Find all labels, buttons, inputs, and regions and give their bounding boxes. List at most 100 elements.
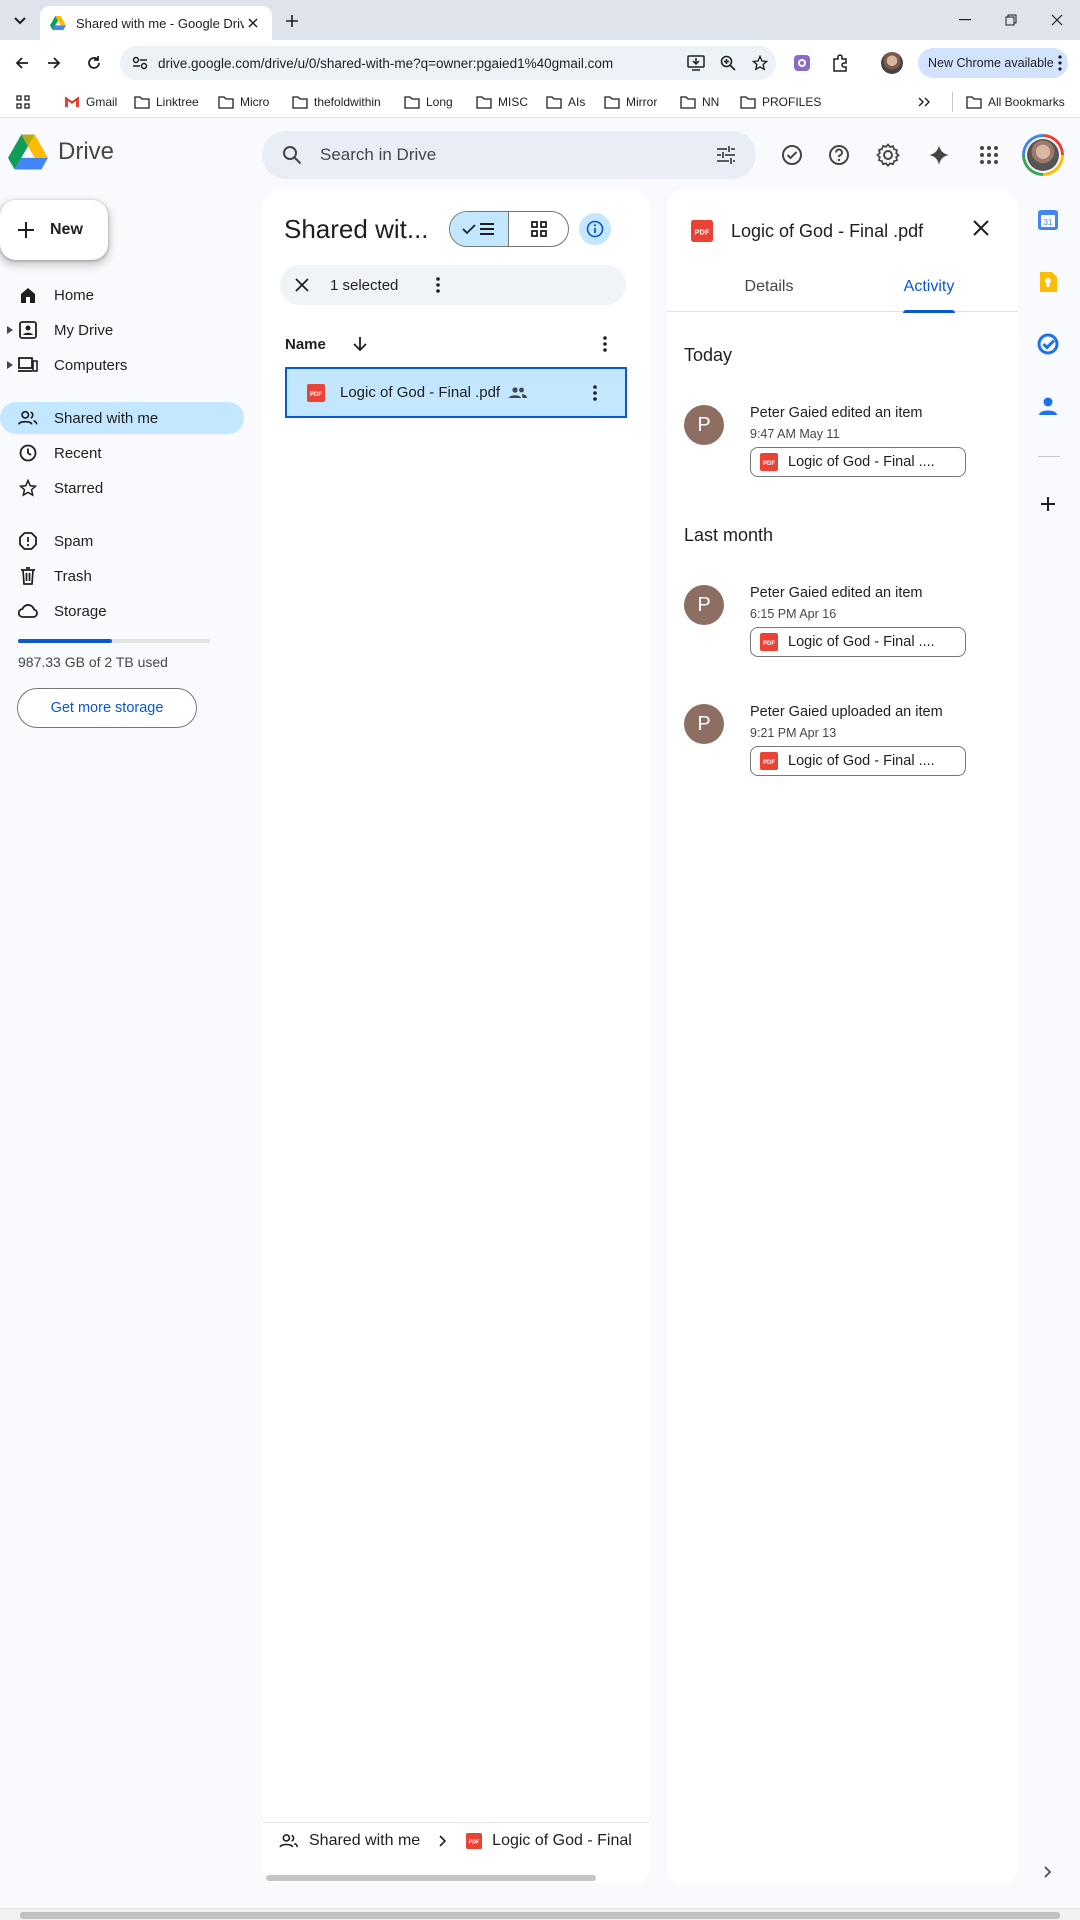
close-panel-icon[interactable] bbox=[965, 212, 997, 244]
tasks-app-icon[interactable] bbox=[1034, 330, 1062, 358]
tab-close-icon[interactable] bbox=[244, 14, 262, 32]
activity-file-chip[interactable]: PDF Logic of God - Final .... bbox=[750, 746, 966, 776]
bookmark-folder-profiles[interactable]: PROFILES bbox=[740, 92, 821, 112]
back-arrow-icon[interactable] bbox=[8, 49, 36, 77]
site-settings-icon[interactable] bbox=[126, 49, 154, 77]
bookmark-folder-micro[interactable]: Micro bbox=[218, 92, 269, 112]
horizontal-scrollbar[interactable] bbox=[266, 1875, 596, 1881]
nav-item-recent[interactable]: Recent bbox=[0, 437, 244, 469]
google-apps-grid-icon[interactable] bbox=[973, 139, 1005, 171]
clear-selection-close-icon[interactable] bbox=[288, 271, 316, 299]
get-addons-plus-icon[interactable] bbox=[1034, 490, 1062, 518]
tab-list-chevron-icon[interactable] bbox=[8, 10, 32, 32]
extensions-puzzle-icon[interactable] bbox=[826, 49, 854, 77]
reload-icon[interactable] bbox=[80, 49, 108, 77]
bookmark-folder-ais[interactable]: AIs bbox=[546, 92, 585, 112]
bookmark-folder-misc[interactable]: MISC bbox=[476, 92, 528, 112]
extension-camera-icon[interactable] bbox=[788, 49, 816, 77]
profile-avatar[interactable] bbox=[878, 49, 906, 77]
tab-details[interactable]: Details bbox=[707, 262, 831, 312]
expand-side-panel-chevron-icon[interactable] bbox=[1034, 1858, 1062, 1886]
get-more-storage-button[interactable]: Get more storage bbox=[17, 688, 197, 728]
spam-alert-icon bbox=[18, 531, 38, 551]
folder-icon bbox=[740, 95, 762, 109]
scrollbar-thumb[interactable] bbox=[20, 1912, 1060, 1919]
zoom-icon[interactable] bbox=[712, 49, 744, 77]
nav-item-starred[interactable]: Starred bbox=[0, 472, 244, 504]
expand-caret-icon[interactable] bbox=[6, 361, 14, 369]
window-close-icon[interactable] bbox=[1034, 6, 1080, 34]
drive-logo[interactable]: Drive bbox=[8, 134, 114, 170]
chrome-menu-icon[interactable] bbox=[1058, 55, 1062, 71]
calendar-app-icon[interactable]: 31 bbox=[1034, 206, 1062, 234]
apps-grid-icon[interactable] bbox=[16, 92, 36, 112]
search-input[interactable] bbox=[320, 145, 712, 165]
install-app-icon[interactable] bbox=[680, 49, 712, 77]
sort-arrow-down-icon[interactable] bbox=[348, 332, 372, 356]
keep-app-icon[interactable] bbox=[1034, 268, 1062, 296]
bookmark-star-icon[interactable] bbox=[744, 49, 776, 77]
contacts-app-icon[interactable] bbox=[1034, 392, 1062, 420]
chrome-update-button[interactable]: New Chrome available bbox=[918, 48, 1068, 78]
column-header-name[interactable]: Name bbox=[285, 332, 625, 356]
bookmarks-overflow-icon[interactable] bbox=[918, 92, 936, 112]
offline-status-icon[interactable] bbox=[776, 139, 808, 171]
pdf-icon-text: PDF bbox=[763, 760, 775, 766]
pdf-icon-text: PDF bbox=[695, 228, 710, 237]
activity-file-name: Logic of God - Final .... bbox=[788, 454, 935, 470]
list-view-button[interactable] bbox=[450, 212, 510, 246]
expand-caret-icon[interactable] bbox=[6, 326, 14, 334]
user-avatar[interactable]: P bbox=[684, 585, 724, 625]
page-horizontal-scrollbar[interactable] bbox=[0, 1908, 1080, 1920]
account-avatar[interactable] bbox=[1022, 134, 1064, 176]
details-info-button[interactable] bbox=[579, 213, 611, 245]
bookmark-label: thefoldwithin bbox=[314, 95, 381, 109]
address-bar[interactable]: drive.google.com/drive/u/0/shared-with-m… bbox=[120, 46, 776, 80]
breadcrumb-item-shared[interactable]: Shared with me bbox=[309, 1832, 420, 1850]
browser-tab[interactable]: Shared with me - Google Drive bbox=[40, 6, 272, 40]
nav-item-trash[interactable]: Trash bbox=[0, 560, 244, 592]
pdf-file-icon: PDF bbox=[466, 1832, 483, 1849]
nav-item-home[interactable]: Home bbox=[0, 279, 244, 311]
activity-file-chip[interactable]: PDF Logic of God - Final .... bbox=[750, 627, 966, 657]
nav-item-spam[interactable]: Spam bbox=[0, 525, 244, 557]
file-more-vert-icon[interactable] bbox=[583, 381, 607, 405]
bookmark-folder-thefoldwithin[interactable]: thefoldwithin bbox=[292, 92, 381, 112]
all-bookmarks-folder[interactable]: All Bookmarks bbox=[966, 92, 1065, 112]
restore-icon[interactable] bbox=[988, 6, 1034, 34]
file-list-pane: Shared wit... 1 selected Name PDF Logic … bbox=[263, 190, 649, 1884]
new-button[interactable]: New bbox=[0, 200, 108, 260]
nav-item-computers[interactable]: Computers bbox=[0, 349, 244, 381]
user-avatar[interactable]: P bbox=[684, 704, 724, 744]
bookmark-folder-nn[interactable]: NN bbox=[680, 92, 719, 112]
nav-label: Trash bbox=[54, 567, 92, 585]
settings-gear-icon[interactable] bbox=[872, 139, 904, 171]
search-icon[interactable] bbox=[278, 141, 306, 169]
bookmark-folder-linktree[interactable]: Linktree bbox=[134, 92, 199, 112]
bookmark-folder-long[interactable]: Long bbox=[404, 92, 453, 112]
activity-file-chip[interactable]: PDF Logic of God - Final .... bbox=[750, 447, 966, 477]
bookmark-label: MISC bbox=[498, 95, 528, 109]
pdf-file-icon: PDF bbox=[691, 220, 713, 242]
tab-activity[interactable]: Activity bbox=[903, 262, 955, 313]
user-avatar[interactable]: P bbox=[684, 405, 724, 445]
minimize-icon[interactable] bbox=[942, 6, 988, 34]
gemini-sparkle-icon[interactable] bbox=[923, 139, 955, 171]
help-icon[interactable] bbox=[823, 139, 855, 171]
new-tab-plus-icon[interactable] bbox=[280, 9, 304, 33]
bookmark-gmail[interactable]: Gmail bbox=[64, 92, 117, 112]
selection-more-vert-icon[interactable] bbox=[424, 271, 452, 299]
search-options-icon[interactable] bbox=[712, 141, 740, 169]
drive-search-bar[interactable] bbox=[262, 131, 756, 179]
grid-view-button[interactable] bbox=[509, 212, 568, 246]
column-more-vert-icon[interactable] bbox=[593, 332, 617, 356]
breadcrumb-item-file[interactable]: Logic of God - Final bbox=[492, 1832, 632, 1850]
pdf-icon-text: PDF bbox=[763, 461, 775, 467]
bookmark-folder-mirror[interactable]: Mirror bbox=[604, 92, 657, 112]
forward-arrow-icon[interactable] bbox=[40, 49, 68, 77]
file-row[interactable]: PDF Logic of God - Final .pdf bbox=[285, 367, 627, 418]
nav-item-my-drive[interactable]: My Drive bbox=[0, 314, 244, 346]
pdf-file-icon: PDF bbox=[307, 383, 325, 402]
nav-item-shared-with-me[interactable]: Shared with me bbox=[0, 402, 244, 434]
nav-item-storage[interactable]: Storage bbox=[0, 595, 244, 627]
